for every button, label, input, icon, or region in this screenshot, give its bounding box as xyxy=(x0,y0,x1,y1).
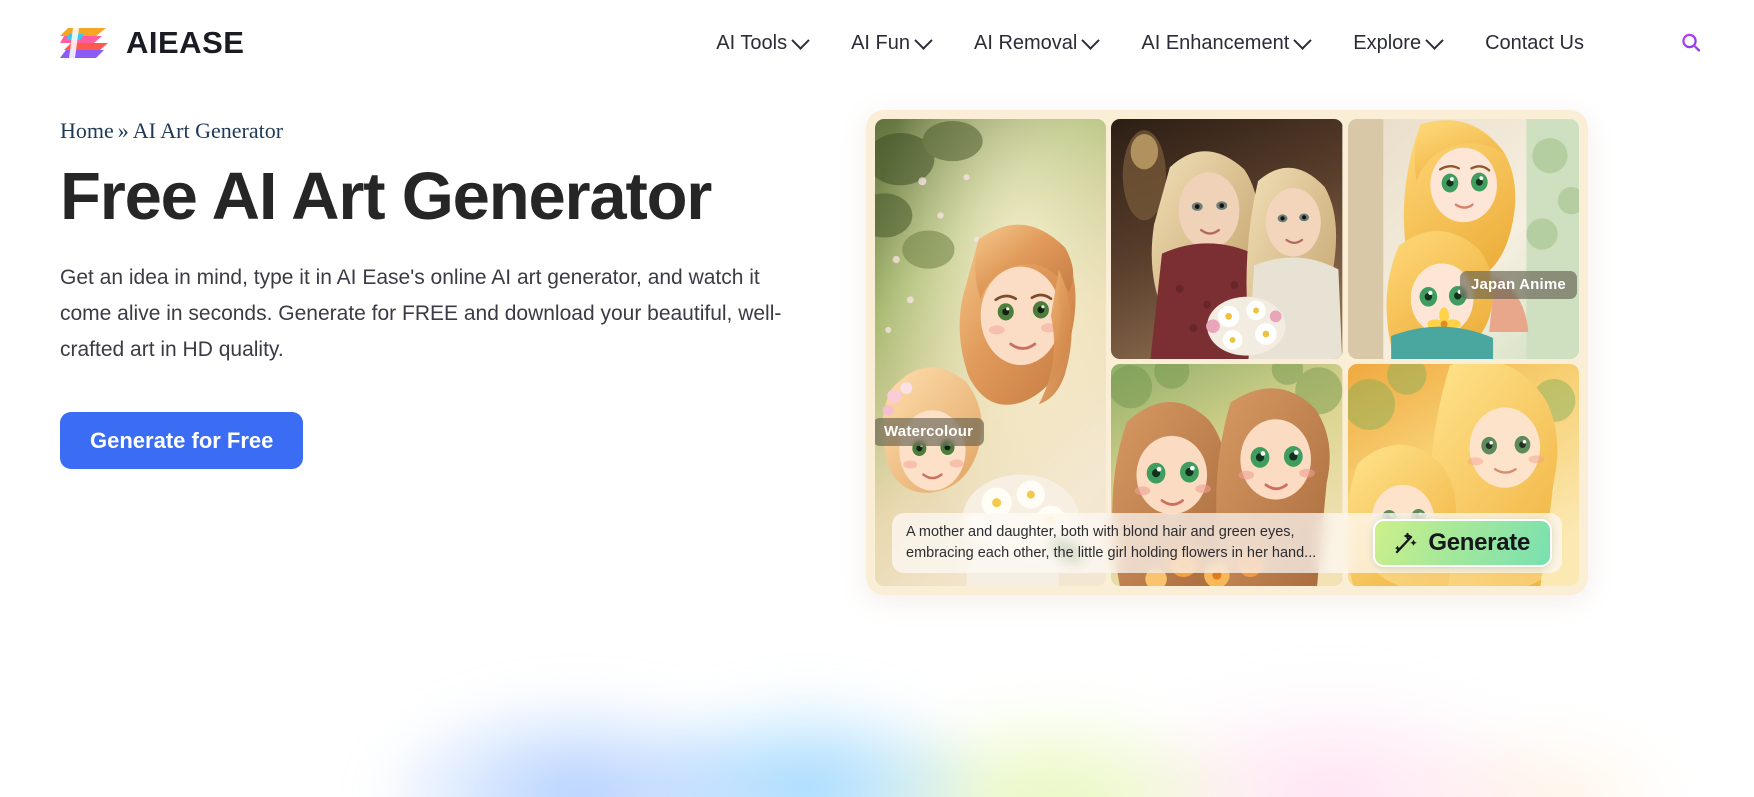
hero-text-column: Home» AI Art Generator Free AI Art Genera… xyxy=(0,104,860,595)
nav-item-contact-us[interactable]: Contact Us xyxy=(1485,33,1584,53)
prompt-bar[interactable]: A mother and daughter, both with blond h… xyxy=(892,513,1562,573)
nav-label: Explore xyxy=(1353,32,1422,54)
generate-button-label: Generate xyxy=(1428,529,1530,556)
realistic-artwork xyxy=(1111,119,1343,359)
main-navigation: AI Tools AI Fun AI Removal AI Enhancemen… xyxy=(716,26,1708,60)
nav-label: AI Enhancement xyxy=(1141,32,1290,54)
style-badge-japan-anime[interactable]: Japan Anime xyxy=(1459,271,1577,299)
nav-item-ai-removal[interactable]: AI Removal xyxy=(974,30,1101,54)
brand-logo[interactable]: AIEASE xyxy=(60,23,244,63)
prompt-text[interactable]: A mother and daughter, both with blond h… xyxy=(906,522,1373,563)
nav-label: AI Removal xyxy=(974,32,1078,54)
breadcrumb-current: AI Art Generator xyxy=(132,118,284,143)
hero-image-collage: Watercolour Japan Anime A mother and dau… xyxy=(866,110,1588,595)
magic-wand-icon xyxy=(1395,532,1418,554)
chevron-down-icon xyxy=(1293,30,1312,50)
generate-button[interactable]: Generate xyxy=(1373,519,1552,567)
page-content: Home» AI Art Generator Free AI Art Genera… xyxy=(0,86,1754,595)
chevron-down-icon xyxy=(1425,30,1444,50)
chevron-down-icon xyxy=(791,30,810,50)
style-badge-watercolour[interactable]: Watercolour xyxy=(875,418,985,446)
breadcrumb-separator: » xyxy=(117,118,129,143)
site-header: AIEASE AI Tools AI Fun AI Removal AI Enh… xyxy=(0,0,1754,86)
chevron-down-icon xyxy=(1081,30,1101,50)
generate-for-free-button[interactable]: Generate for Free xyxy=(60,412,304,470)
breadcrumb-home-link[interactable]: Home xyxy=(60,118,114,143)
page-title: Free AI Art Generator xyxy=(60,159,712,234)
collage-tile-japan-anime[interactable]: Japan Anime xyxy=(1347,119,1579,359)
nav-label: AI Fun xyxy=(851,32,910,54)
nav-label: Contact Us xyxy=(1485,32,1584,54)
nav-item-ai-fun[interactable]: AI Fun xyxy=(851,30,933,54)
japan-anime-artwork xyxy=(1347,119,1579,359)
nav-item-ai-enhancement[interactable]: AI Enhancement xyxy=(1141,30,1312,54)
search-button[interactable] xyxy=(1674,26,1708,60)
collage-tile-realistic[interactable]: Realistic xyxy=(1111,119,1343,359)
nav-item-ai-tools[interactable]: AI Tools xyxy=(716,30,810,54)
hero-description: Get an idea in mind, type it in AI Ease'… xyxy=(60,265,782,361)
chevron-down-icon xyxy=(914,30,933,50)
nav-label: AI Tools xyxy=(716,32,788,54)
nav-item-explore[interactable]: Explore xyxy=(1353,30,1444,54)
brand-name: AIEASE xyxy=(126,25,245,60)
breadcrumb: Home» AI Art Generator xyxy=(60,118,860,144)
background-gradient-glow xyxy=(0,567,1754,797)
search-icon xyxy=(1682,33,1701,52)
aiease-logo-icon xyxy=(60,28,108,58)
